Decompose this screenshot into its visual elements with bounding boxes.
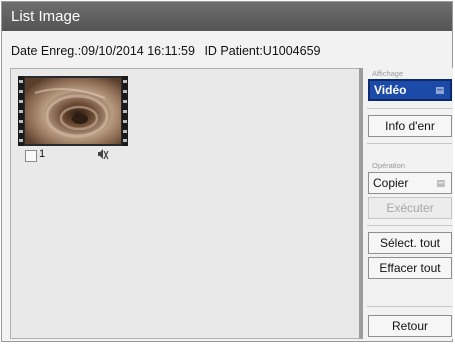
list-icon: ▤: [435, 84, 444, 95]
list-icon: ▤: [436, 177, 445, 188]
film-strip-right: [122, 76, 128, 146]
affichage-label: Affichage: [372, 69, 404, 78]
video-label: Vidéo: [374, 83, 407, 97]
video-button[interactable]: Vidéo ▤: [368, 79, 452, 101]
separator: [367, 306, 452, 307]
patient-id: ID Patient:U1004659: [204, 44, 321, 58]
separator: [367, 225, 452, 226]
panel-divider: [359, 68, 363, 339]
select-all-button[interactable]: Sélect. tout: [368, 232, 452, 254]
thumbnail-checkbox[interactable]: [25, 150, 37, 162]
list-image-window: List Image Date Enreg.:09/10/2014 16:11:…: [1, 1, 453, 342]
recording-info: Date Enreg.:09/10/2014 16:11:59 ID Patie…: [11, 44, 327, 58]
back-button[interactable]: Retour: [368, 315, 452, 337]
separator: [367, 143, 452, 144]
endoscopy-image: [25, 78, 121, 144]
mute-speaker-icon: [97, 148, 109, 163]
video-thumbnail[interactable]: [18, 76, 128, 146]
window-title: List Image: [2, 2, 452, 31]
record-date: Date Enreg.:09/10/2014 16:11:59: [11, 44, 195, 58]
image-list-panel: 1: [10, 68, 360, 339]
executer-button[interactable]: Exécuter: [368, 197, 452, 219]
film-strip-left: [18, 76, 24, 146]
copier-dropdown[interactable]: Copier ▤: [368, 172, 452, 194]
separator: [367, 108, 452, 109]
thumbnail-number: 1: [39, 148, 46, 160]
copier-label: Copier: [373, 176, 409, 190]
info-enr-button[interactable]: Info d'enr: [368, 115, 452, 137]
sidebar: Affichage Vidéo ▤ Info d'enr Opération C…: [364, 68, 453, 339]
clear-all-button[interactable]: Effacer tout: [368, 257, 452, 279]
operation-label: Opération: [372, 161, 405, 170]
